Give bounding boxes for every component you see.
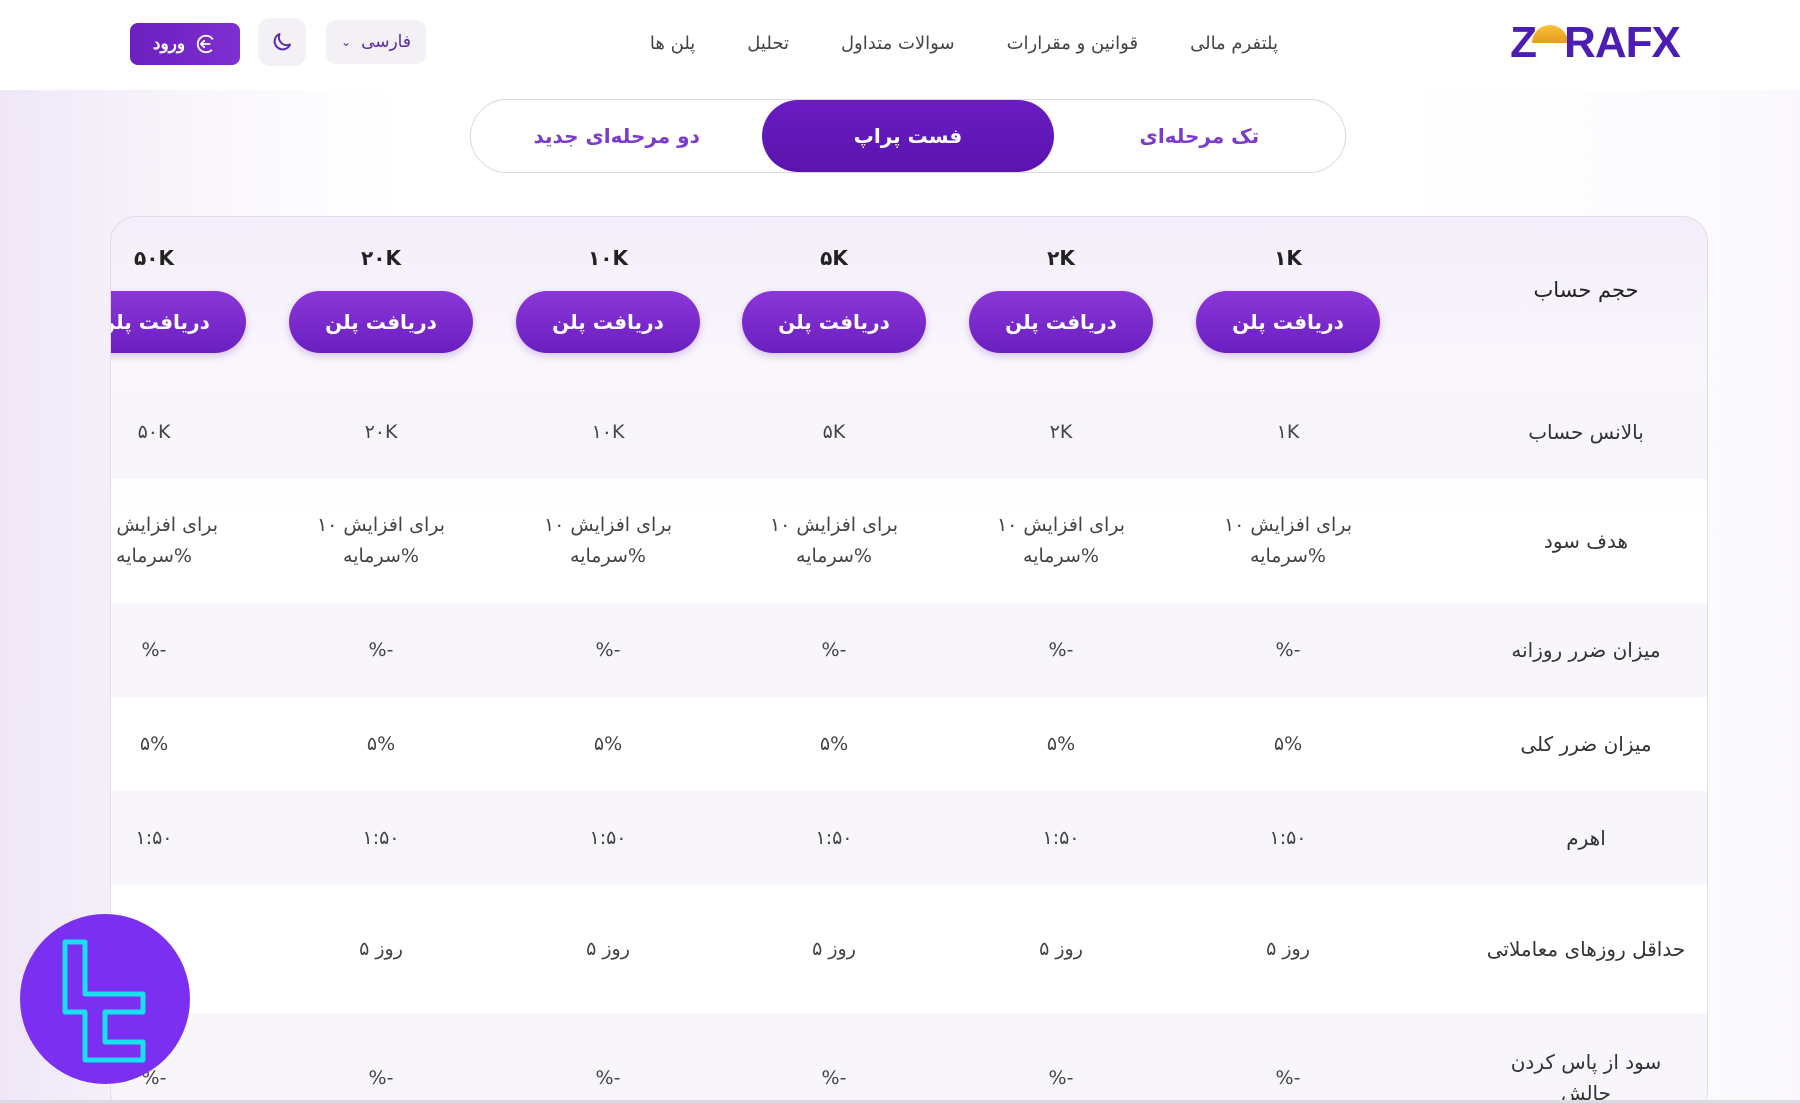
- table-row: اهرم ۱:۵۰ ۱:۵۰ ۱:۵۰ ۱:۵۰ ۱:۵۰ ۱:۵۰: [111, 791, 1707, 885]
- row-label: میزان ضرر کلی: [1520, 731, 1652, 756]
- table-cell: ۵%: [1273, 732, 1303, 755]
- language-select[interactable]: ⌄ فارسی: [326, 20, 426, 64]
- table-cell: ۵ روز: [1266, 937, 1310, 960]
- table-cell: ۵ روز: [359, 937, 403, 960]
- language-label: فارسی: [361, 32, 411, 52]
- get-plan-button-2k[interactable]: دریافت پلن: [969, 291, 1153, 353]
- sun-logo-icon: [1532, 25, 1569, 43]
- table-cell: %-: [1048, 1066, 1074, 1089]
- table-cell: %-: [368, 638, 394, 661]
- plans-table: حجم حساب ۱K ۲K ۵K ۱۰K ۲۰K ۵۰K دریافت پلن…: [110, 216, 1708, 1103]
- table-cell: ۱:۵۰: [135, 826, 173, 849]
- table-cell: ۵۰K: [137, 420, 171, 443]
- size-title: ۵K: [820, 246, 848, 270]
- table-cell: ۱:۵۰: [1042, 826, 1080, 849]
- get-plan-button-10k[interactable]: دریافت پلن: [516, 291, 700, 353]
- plan-type-tabs: تک مرحله‌ای فست پراپ دو مرحله‌ای جدید: [470, 99, 1346, 173]
- get-plan-button-1k[interactable]: دریافت پلن: [1196, 291, 1380, 353]
- table-cell: ۱۰K: [591, 420, 625, 443]
- table-row: هدف سود ۱۰ برای افزایش سرمایه% ۱۰ برای افز…: [111, 479, 1707, 603]
- table-cell: ۱:۵۰: [815, 826, 853, 849]
- table-cell: ۱:۵۰: [1269, 826, 1307, 849]
- row-label: اهرم: [1566, 825, 1606, 850]
- watermark-logo: [20, 914, 190, 1084]
- dark-mode-toggle[interactable]: [258, 18, 306, 66]
- table-cell: ۱۰ برای افزایش سرمایه%: [996, 514, 1126, 567]
- table-cell: %-: [1048, 638, 1074, 661]
- table-row: بالانس حساب ۱K ۲K ۵K ۱۰K ۲۰K ۵۰K: [111, 385, 1707, 479]
- row-label: میزان ضرر روزانه: [1511, 637, 1661, 662]
- table-cell: ۵%: [139, 732, 169, 755]
- nav-analysis[interactable]: تحلیل: [747, 33, 789, 54]
- table-cell: ۵%: [819, 732, 849, 755]
- table-cell: ۵%: [1046, 732, 1076, 755]
- table-cell: %-: [595, 638, 621, 661]
- chevron-down-icon: ⌄: [341, 35, 352, 49]
- table-cell: ۱۰ برای افزایش سرمایه%: [769, 514, 899, 567]
- table-row: میزان ضرر کلی ۵% ۵% ۵% ۵% ۵% ۵%: [111, 697, 1707, 791]
- table-cell: ۵%: [366, 732, 396, 755]
- row-label: سود از پاس کردن چالش: [1510, 1050, 1662, 1103]
- tc-logo-icon: [62, 939, 146, 1063]
- moon-icon: [273, 33, 291, 51]
- tab-fast-prop[interactable]: فست پراپ: [762, 100, 1054, 172]
- get-plan-button-5k[interactable]: دریافت پلن: [742, 291, 926, 353]
- tab-one-step[interactable]: تک مرحله‌ای: [1054, 100, 1345, 172]
- table-cell: ۱:۵۰: [589, 826, 627, 849]
- size-title: ۵۰K: [134, 246, 174, 270]
- table-cell: ۲۰K: [364, 420, 398, 443]
- table-cell: ۱۰ برای افزایش سرمایه%: [1223, 514, 1353, 567]
- tab-two-step-new[interactable]: دو مرحله‌ای جدید: [471, 100, 762, 172]
- table-cell: %-: [368, 1066, 394, 1089]
- table-cell: %-: [595, 1066, 621, 1089]
- login-arrow-icon: [196, 34, 216, 54]
- nav-faq[interactable]: سوالات متداول: [841, 33, 955, 54]
- table-row: حداقل روزهای معاملاتی ۵ روز ۵ روز ۵ روز ۵ رو…: [111, 885, 1707, 1013]
- table-cell: %-: [1275, 1066, 1301, 1089]
- table-cell: ۱۰ برای افزایش سرمایه%: [111, 514, 219, 567]
- top-header: Z RAFX پلتفرم مالی قوانین و مقرارات سوالا…: [0, 0, 1800, 90]
- table-cell: ۱۰ برای افزایش سرمایه%: [543, 514, 673, 567]
- row-label: هدف سود: [1543, 528, 1629, 553]
- table-row: سود از پاس کردن چالش %- %- %- %- %- %-: [111, 1013, 1707, 1103]
- size-title: ۲K: [1047, 246, 1075, 270]
- row-label: بالانس حساب: [1528, 419, 1644, 444]
- table-cell: ۵ روز: [586, 937, 630, 960]
- table-cell: ۲K: [1049, 420, 1073, 443]
- table-header-row: حجم حساب ۱K ۲K ۵K ۱۰K ۲۰K ۵۰K دریافت پلن…: [111, 217, 1707, 385]
- zorafx-logo[interactable]: Z RAFX: [1505, 18, 1685, 68]
- size-title: ۲۰K: [361, 246, 401, 270]
- table-cell: ۱K: [1276, 420, 1300, 443]
- table-cell: %-: [821, 638, 847, 661]
- table-row: میزان ضرر روزانه %- %- %- %- %- %-: [111, 603, 1707, 697]
- table-cell: ۵ روز: [1039, 937, 1083, 960]
- table-cell: %-: [1275, 638, 1301, 661]
- size-title: ۱K: [1274, 246, 1302, 270]
- login-label: ورود: [152, 34, 186, 53]
- get-plan-button-50k[interactable]: دریافت پلن: [111, 291, 246, 353]
- size-title: ۱۰K: [588, 246, 628, 270]
- table-cell: ۵K: [822, 420, 846, 443]
- main-nav: پلتفرم مالی قوانین و مقرارات سوالات متدا…: [650, 28, 1278, 58]
- nav-financial-platform[interactable]: پلتفرم مالی: [1190, 33, 1278, 54]
- table-cell: %-: [821, 1066, 847, 1089]
- account-size-label: حجم حساب: [1533, 278, 1639, 302]
- table-cell: ۱:۵۰: [362, 826, 400, 849]
- nav-plans[interactable]: پلن ها: [650, 33, 695, 54]
- login-button[interactable]: ورود: [130, 23, 240, 65]
- table-cell: %-: [141, 638, 167, 661]
- table-cell: ۱۰ برای افزایش سرمایه%: [316, 514, 446, 567]
- row-label: حداقل روزهای معاملاتی: [1486, 936, 1686, 961]
- get-plan-button-20k[interactable]: دریافت پلن: [289, 291, 473, 353]
- table-cell: ۵%: [593, 732, 623, 755]
- nav-rules[interactable]: قوانین و مقرارات: [1007, 33, 1139, 54]
- table-cell: ۵ روز: [812, 937, 856, 960]
